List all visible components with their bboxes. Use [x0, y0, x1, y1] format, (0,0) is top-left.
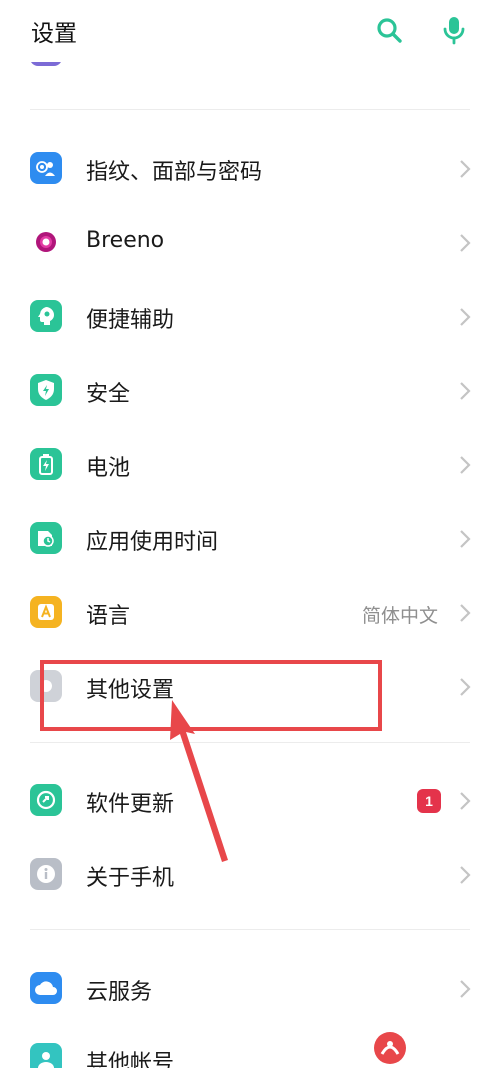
- settings-item-security[interactable]: 安全: [0, 353, 500, 427]
- settings-item-software-update[interactable]: 软件更新 1: [0, 763, 500, 837]
- settings-item-language[interactable]: 语言 简体中文: [0, 575, 500, 649]
- header-bar: 设置: [0, 0, 500, 62]
- section-divider: [30, 742, 470, 743]
- chevron-right-icon: [460, 980, 471, 998]
- software-update-icon: [30, 784, 62, 816]
- settings-item-label: 云服务: [86, 980, 153, 1005]
- chevron-right-icon: [460, 792, 471, 810]
- settings-item-label: 电池: [86, 456, 131, 481]
- chevron-right-icon: [460, 678, 471, 696]
- settings-item-label: 关于手机: [86, 866, 175, 891]
- shield-icon: [30, 374, 62, 406]
- chevron-right-icon: [460, 530, 471, 548]
- language-current-value: 简体中文: [361, 605, 438, 627]
- microphone-icon[interactable]: [438, 14, 470, 46]
- settings-item-about-phone[interactable]: 关于手机: [0, 837, 500, 911]
- chevron-right-icon: [460, 604, 471, 622]
- chevron-right-icon: [460, 308, 471, 326]
- settings-item-other-settings[interactable]: 其他设置: [0, 649, 500, 723]
- chevron-right-icon: [460, 234, 471, 252]
- settings-item-app-usage-time[interactable]: 应用使用时间: [0, 501, 500, 575]
- settings-item-label: 其他帐号: [86, 1051, 175, 1068]
- breeno-icon: [30, 226, 62, 258]
- settings-item-label: 其他设置: [86, 678, 175, 703]
- section-divider: [30, 109, 470, 110]
- page-title: 设置: [31, 21, 77, 47]
- language-icon: [30, 596, 62, 628]
- app-usage-time-icon: [30, 522, 62, 554]
- settings-item-convenience-assist[interactable]: 便捷辅助: [0, 279, 500, 353]
- account-icon: [30, 1043, 62, 1068]
- settings-item-battery[interactable]: 电池: [0, 427, 500, 501]
- chevron-right-icon: [460, 382, 471, 400]
- chevron-right-icon: [460, 866, 471, 884]
- settings-item-label: 指纹、面部与密码: [86, 160, 263, 185]
- settings-item-label: Breeno: [86, 228, 165, 253]
- settings-item-label: 语言: [86, 604, 131, 629]
- settings-item-cloud-service[interactable]: 云服务: [0, 951, 500, 1025]
- chevron-right-icon: [460, 456, 471, 474]
- cloud-icon: [30, 972, 62, 1004]
- chevron-right-icon: [460, 160, 471, 178]
- settings-item-label: 软件更新: [86, 792, 175, 817]
- watermark-logo-icon: [374, 1032, 406, 1064]
- info-icon: [30, 858, 62, 890]
- other-settings-icon: [30, 670, 62, 702]
- settings-item-fingerprint-face-password[interactable]: 指纹、面部与密码: [0, 131, 500, 205]
- settings-item-label: 应用使用时间: [86, 530, 219, 555]
- update-count-badge: 1: [417, 789, 441, 813]
- battery-icon: [30, 448, 62, 480]
- settings-item-label: 便捷辅助: [86, 308, 175, 333]
- settings-item-label: 安全: [86, 382, 131, 407]
- fingerprint-face-icon: [30, 152, 62, 184]
- section-divider: [30, 929, 470, 930]
- site-watermark: [372, 1028, 500, 1068]
- search-icon[interactable]: [373, 14, 405, 46]
- settings-item-breeno[interactable]: Breeno: [0, 205, 500, 279]
- convenience-assist-icon: [30, 300, 62, 332]
